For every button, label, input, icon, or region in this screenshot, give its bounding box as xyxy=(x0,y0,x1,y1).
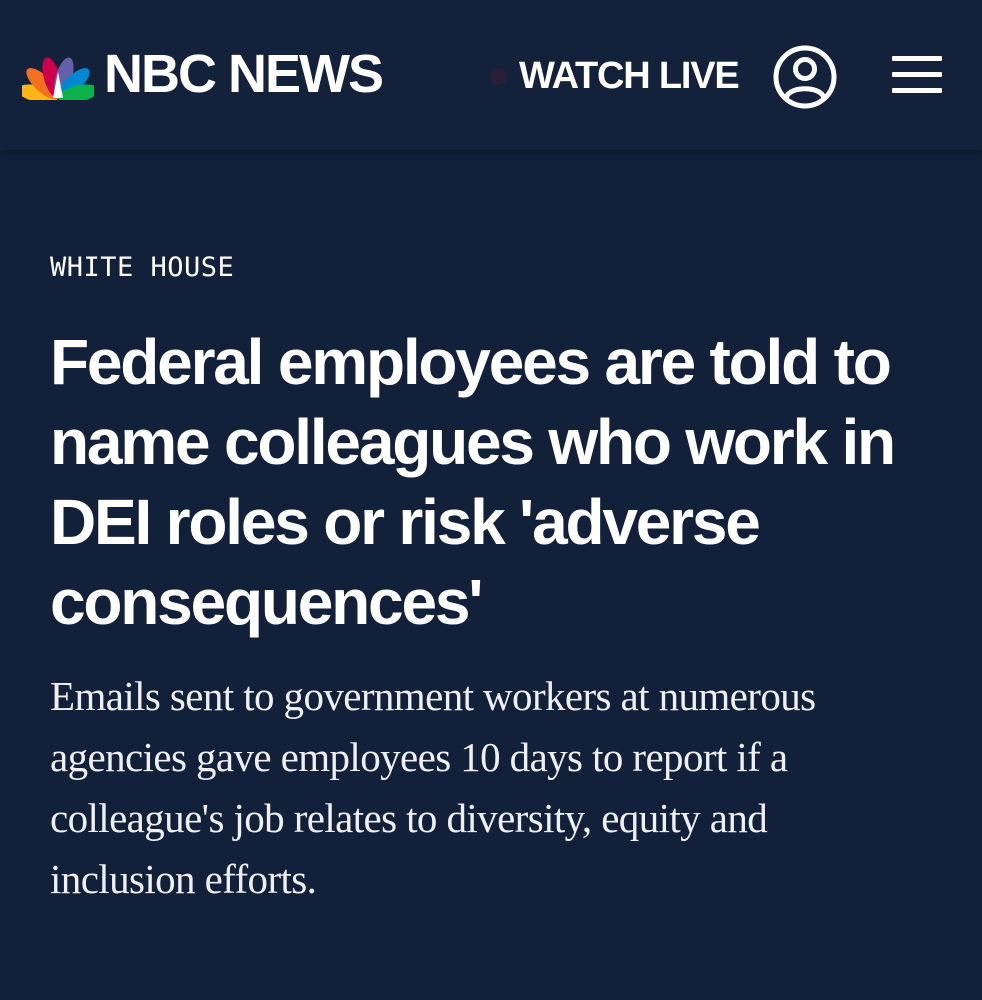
user-account-icon[interactable] xyxy=(772,44,838,110)
live-indicator-icon xyxy=(490,67,507,85)
hamburger-menu-icon[interactable] xyxy=(892,52,944,98)
watch-live-button[interactable]: WATCH LIVE xyxy=(490,54,740,98)
article-header: WHITE HOUSE Federal employees are told t… xyxy=(50,250,930,910)
article-headline: Federal employees are told to name colle… xyxy=(50,326,896,638)
article-dek: Emails sent to government workers at num… xyxy=(50,673,816,902)
site-header: NBC NEWS WATCH LIVE xyxy=(0,0,982,150)
watch-live-label: WATCH LIVE xyxy=(519,54,740,97)
brand-name: NBC NEWS xyxy=(104,44,384,104)
nbc-news-logo[interactable]: NBC NEWS xyxy=(22,44,384,104)
article-category[interactable]: WHITE HOUSE xyxy=(50,250,930,286)
nbc-peacock-icon xyxy=(22,57,94,100)
